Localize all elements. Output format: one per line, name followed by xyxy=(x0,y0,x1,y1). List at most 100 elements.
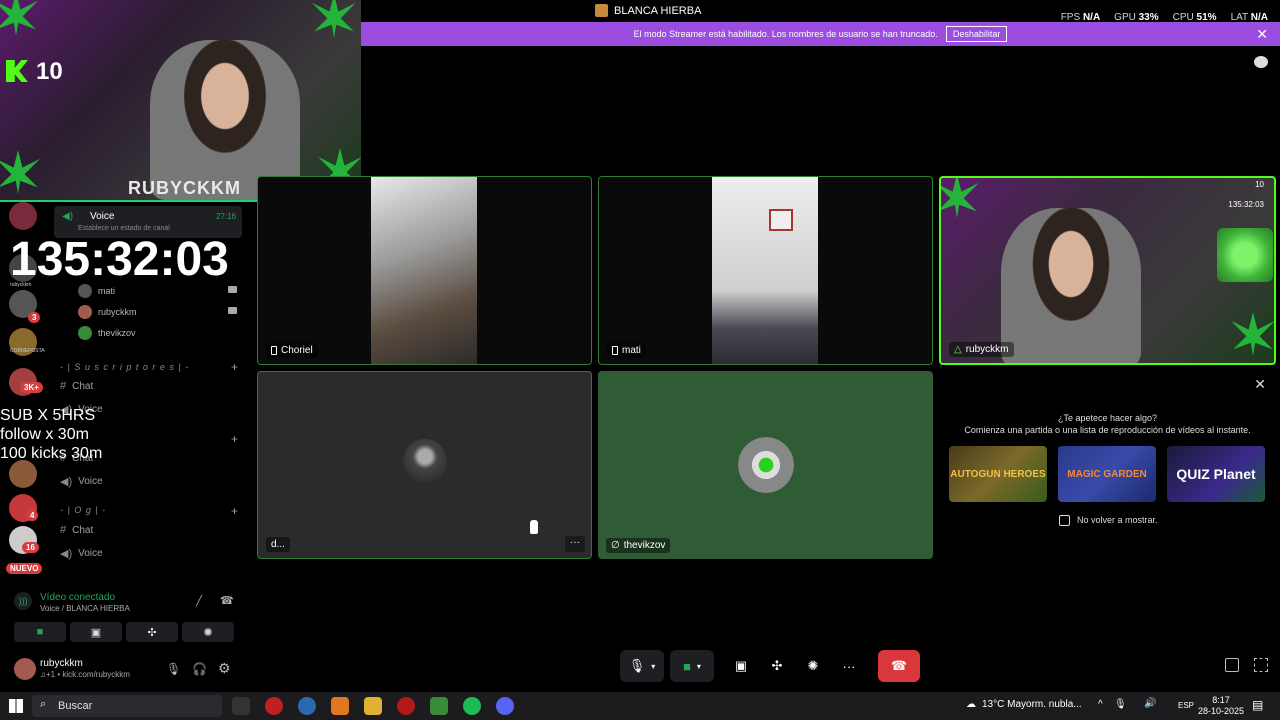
voice-channel[interactable]: ◀) Voice xyxy=(60,547,103,560)
activity-subtitle: Comienza una partida o una lista de repr… xyxy=(964,425,1251,435)
close-icon[interactable]: ✕ xyxy=(1256,26,1268,43)
gear-icon[interactable]: ⚙ xyxy=(218,660,231,677)
disconnect-icon[interactable]: ☎ xyxy=(220,594,234,607)
add-channel-icon[interactable]: + xyxy=(231,360,238,374)
avatar[interactable] xyxy=(14,658,36,680)
microphone-icon[interactable]: 🎙 xyxy=(166,662,181,676)
activity-suggestion-card: ✕ ¿Te apetece hacer algo? Comienza una p… xyxy=(939,371,1276,559)
avatar xyxy=(78,326,92,340)
taskbar-search[interactable]: ⌕ Buscar xyxy=(32,695,222,717)
category-header[interactable]: - | S u s c r i p t o r e s | - xyxy=(60,362,189,372)
chevron-down-icon[interactable]: ▾ xyxy=(651,662,655,671)
disable-streamer-button[interactable]: Deshabilitar xyxy=(945,26,1008,42)
windows-taskbar: ⌕ Buscar ☁ 13°C Mayorm. nubla... ^ 🎙 🔊 E… xyxy=(0,692,1280,720)
kick-logo-icon xyxy=(6,60,28,82)
voice-user[interactable]: thevikzov xyxy=(78,326,136,340)
stream-preview xyxy=(1001,208,1141,363)
signal-icon[interactable]: ))) xyxy=(14,592,32,610)
spotify-icon[interactable] xyxy=(463,697,481,715)
tile-label: ∅ thevikzov xyxy=(606,538,671,553)
speaker-icon: ◀) xyxy=(60,548,73,560)
voice-user[interactable]: rubyckkm xyxy=(78,305,137,319)
soundboard-button[interactable]: ✺ xyxy=(798,650,828,682)
add-channel-icon[interactable]: + xyxy=(231,432,238,446)
camera-button[interactable]: ■ xyxy=(14,622,66,642)
video-tile[interactable]: d... ··· xyxy=(257,371,592,559)
hash-icon: # xyxy=(60,524,67,536)
checkbox-label: No volver a mostrar. xyxy=(1077,515,1158,525)
microphone-toggle[interactable]: 🎙 ▾ xyxy=(620,650,664,682)
screen-share-button[interactable]: ▣ xyxy=(70,622,122,642)
server-icon[interactable] xyxy=(9,460,37,488)
channel-status-hint[interactable]: Establece un estado de canal xyxy=(78,225,170,232)
activities-button[interactable]: ✣ xyxy=(126,622,178,642)
volume-icon[interactable]: 🔊 xyxy=(1144,698,1156,709)
opera-icon[interactable] xyxy=(265,697,283,715)
headphones-icon[interactable]: 🎧 xyxy=(192,662,207,676)
popout-icon[interactable] xyxy=(1225,658,1239,672)
close-icon[interactable]: ✕ xyxy=(1254,376,1266,393)
microphone-icon[interactable]: 🎙 xyxy=(1114,699,1127,710)
hang-up-icon: ☎ xyxy=(890,658,908,673)
video-icon xyxy=(228,307,237,314)
fullscreen-icon[interactable] xyxy=(1254,658,1268,672)
app-icon[interactable] xyxy=(331,697,349,715)
text-channel[interactable]: # Chat xyxy=(60,380,93,392)
camera-toggle[interactable]: ■ ▾ xyxy=(670,650,714,682)
dont-show-again-checkbox[interactable] xyxy=(1059,515,1070,526)
stream-icon: △ xyxy=(954,344,962,355)
webcam-overlay: 10 RUBYCKKM xyxy=(0,0,361,202)
voice-channel-link[interactable]: Voice / BLANCA HIERBA xyxy=(40,604,130,613)
avatar xyxy=(403,439,447,483)
tile-label: △ rubyckkm xyxy=(949,342,1014,357)
chat-bubble-icon[interactable] xyxy=(1254,56,1268,68)
stream-tile[interactable]: 135:32:03 10 △ rubyckkm xyxy=(939,176,1276,365)
category-header[interactable]: - | O g | - xyxy=(60,505,106,515)
chevron-up-icon[interactable]: ^ xyxy=(1098,699,1103,710)
game-quiz-planet[interactable]: QUIZ Planet xyxy=(1167,446,1265,502)
store-icon[interactable] xyxy=(430,697,448,715)
more-options-button[interactable]: ··· xyxy=(565,536,585,552)
server-icon[interactable] xyxy=(9,202,37,230)
taskbar-clock[interactable]: 8:17 28-10-2025 xyxy=(1198,695,1244,717)
chevron-down-icon[interactable]: ▾ xyxy=(697,662,701,671)
game-magic-garden[interactable]: MAGIC GARDEN xyxy=(1058,446,1156,502)
tile-label: mati xyxy=(607,343,646,358)
cloud-icon: ☁ xyxy=(966,699,976,710)
video-tile[interactable]: mati xyxy=(598,176,933,365)
screen-share-button[interactable]: ▣ xyxy=(726,650,756,682)
video-icon: ■ xyxy=(683,658,691,674)
steam-icon[interactable] xyxy=(298,697,316,715)
game-autogun-heroes[interactable]: AUTOGUN HEROES xyxy=(949,446,1047,502)
speaker-icon: ◀) xyxy=(62,211,74,222)
activities-button[interactable]: ✣ xyxy=(762,650,792,682)
voice-channel[interactable]: ◀) Voice xyxy=(60,475,103,488)
participant-video xyxy=(371,177,477,364)
user-panel: rubyckkm ♫+1 • kick.com/rubyckkm 🎙 🎧 ⚙ xyxy=(6,652,246,688)
phone-icon xyxy=(271,346,277,355)
app-icon[interactable] xyxy=(397,697,415,715)
video-icon xyxy=(228,286,237,293)
avatar xyxy=(78,305,92,319)
more-options-button[interactable]: ··· xyxy=(834,650,864,682)
promo-line: SUB X 5HRS xyxy=(0,407,96,424)
language-indicator[interactable]: ESP xyxy=(1178,701,1194,710)
video-tile[interactable]: Choriel xyxy=(257,176,592,365)
text-channel[interactable]: # Chat xyxy=(60,524,93,536)
discord-icon[interactable] xyxy=(496,697,514,715)
end-call-button[interactable]: ☎ xyxy=(878,650,920,682)
file-explorer-icon[interactable] xyxy=(364,697,382,715)
leaf-icon xyxy=(1231,312,1274,356)
video-tile[interactable]: ∅ thevikzov xyxy=(598,371,933,559)
voice-channel-name: Voice xyxy=(90,211,115,222)
avatar xyxy=(738,437,794,493)
task-view-icon[interactable] xyxy=(232,697,250,715)
soundboard-button[interactable]: ✺ xyxy=(182,622,234,642)
noise-suppression-icon[interactable]: ╱ xyxy=(196,596,202,607)
add-channel-icon[interactable]: + xyxy=(231,504,238,518)
subathon-timer: 135:32:03 xyxy=(10,233,229,286)
phone-icon xyxy=(612,346,618,355)
weather-widget[interactable]: ☁ 13°C Mayorm. nubla... xyxy=(966,699,1082,710)
notification-icon[interactable]: ▤ xyxy=(1252,698,1263,712)
windows-start-icon[interactable] xyxy=(9,699,23,713)
